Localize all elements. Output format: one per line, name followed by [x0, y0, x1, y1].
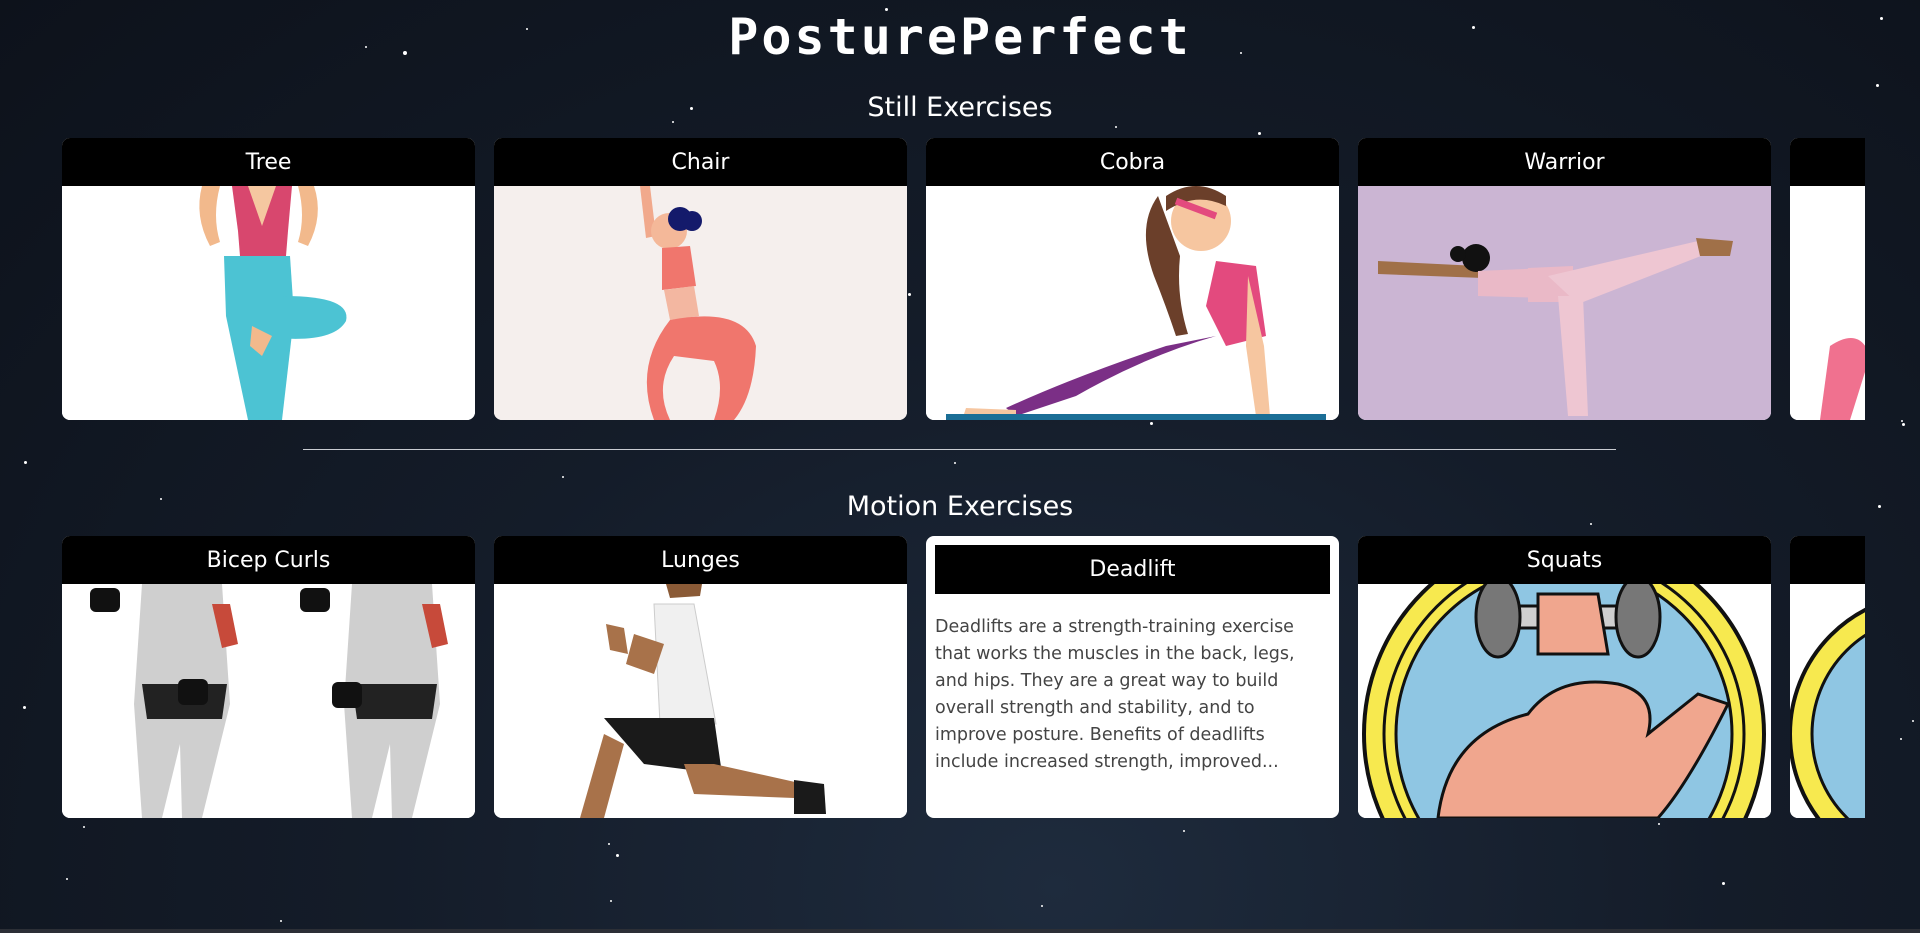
lunge-illustration: [494, 584, 907, 818]
exercise-card-warrior[interactable]: Warrior: [1358, 138, 1771, 420]
bicep-curl-illustration: [62, 584, 475, 818]
card-title: Warrior: [1358, 138, 1771, 186]
still-exercises-heading: Still Exercises: [867, 92, 1053, 123]
card-title: Bicep Curls: [62, 536, 475, 584]
exercise-card-lunges[interactable]: Lunges: [494, 536, 907, 818]
exercise-card-tree[interactable]: Tree: [62, 138, 475, 420]
motion-exercises-carousel[interactable]: Bicep Curls Lunges Deadlift Deadlifts ar…: [62, 536, 1865, 818]
tree-pose-illustration: [62, 186, 475, 420]
exercise-card-cobra[interactable]: Cobra: [926, 138, 1339, 420]
bottom-bar: [0, 929, 1920, 933]
exercise-card-chair[interactable]: Chair: [494, 138, 907, 420]
partial-illustration: [1790, 186, 1865, 420]
motion-exercises-heading: Motion Exercises: [846, 491, 1074, 522]
card-title: Lunges: [494, 536, 907, 584]
still-exercises-carousel[interactable]: Tree Chair Cobra Warrior: [62, 138, 1865, 420]
app-title: PosturePerfect: [728, 8, 1192, 66]
exercise-card-partial[interactable]: [1790, 138, 1865, 420]
exercise-card-deadlift[interactable]: Deadlift Deadlifts are a strength-traini…: [926, 536, 1339, 818]
chair-pose-illustration: [494, 186, 907, 420]
card-title: Deadlift: [935, 545, 1330, 594]
flexed-arm-dumbbell-illustration: [1358, 584, 1771, 818]
section-divider: [303, 449, 1616, 450]
exercise-description: Deadlifts are a strength-training exerci…: [935, 617, 1295, 772]
warrior-pose-illustration: [1358, 186, 1771, 420]
exercise-card-squats[interactable]: Squats: [1358, 536, 1771, 818]
card-title: Cobra: [926, 138, 1339, 186]
cobra-pose-illustration: [926, 186, 1339, 420]
card-title: Chair: [494, 138, 907, 186]
card-title: Squats: [1358, 536, 1771, 584]
partial-illustration: [1790, 584, 1865, 818]
exercise-card-bicep-curls[interactable]: Bicep Curls: [62, 536, 475, 818]
card-title: Tree: [62, 138, 475, 186]
exercise-card-partial[interactable]: [1790, 536, 1865, 818]
